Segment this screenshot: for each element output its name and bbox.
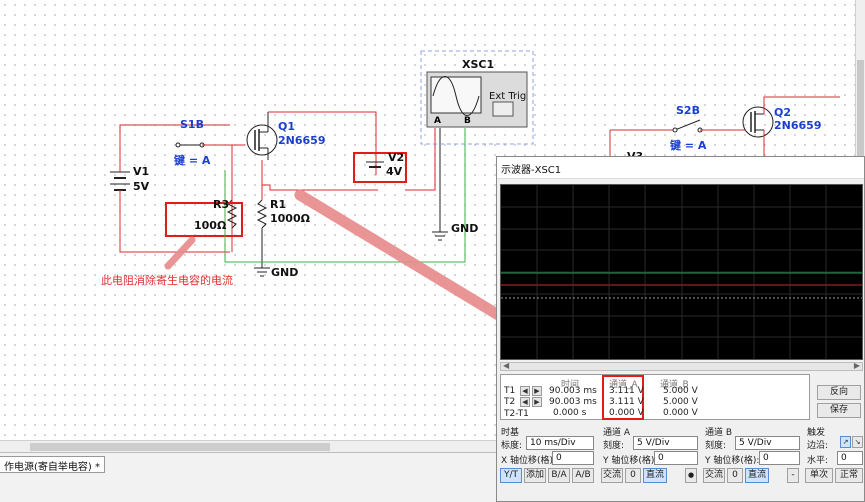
trigger-falling-edge-button[interactable]: ↘ — [852, 436, 863, 448]
channel-a-scale-label: 刻度: — [603, 441, 625, 451]
channel-a-zero-button[interactable]: 0 — [625, 468, 641, 483]
channel-b-zero-button[interactable]: 0 — [727, 468, 743, 483]
timebase-xpos-input[interactable]: 0 — [552, 451, 594, 465]
channel-b-scale-input[interactable]: 5 V/Div — [735, 436, 800, 450]
channel-b-scale-label: 刻度: — [705, 441, 727, 451]
document-tab-strip: 作电源(寄自举电容) * — [0, 452, 497, 502]
v1-name: V1 — [133, 165, 150, 178]
r3-name: R3 — [213, 198, 230, 211]
channel-b-title: 通道 B — [705, 428, 733, 438]
scope-ch-b-label: B — [464, 116, 471, 126]
save-button[interactable]: 保存 — [817, 403, 861, 418]
v2-name: V2 — [388, 151, 405, 164]
channel-a-title: 通道 A — [603, 428, 631, 438]
t1-ch-a: 3.111 V — [609, 386, 644, 396]
mode-ab-button[interactable]: A/B — [572, 468, 594, 483]
t2t1-ch-b: 0.000 V — [663, 408, 698, 418]
q1-symbol — [246, 124, 278, 156]
s1b-label: S1B — [180, 118, 204, 131]
scope-screen — [500, 184, 863, 360]
channel-a-ac-button[interactable]: 交流 — [601, 468, 623, 483]
timebase-title: 时基 — [501, 428, 520, 438]
scope-ch-a-label: A — [434, 116, 441, 126]
q1-name: Q1 — [278, 120, 296, 133]
mode-add-button[interactable]: 添加 — [524, 468, 546, 483]
q2-model: 2N6659 — [774, 119, 822, 132]
t2t1-time: 0.000 s — [553, 408, 587, 418]
ext-trig-label: Ext Trig — [489, 91, 527, 102]
s2b-label: S2B — [676, 104, 700, 117]
t2-right-button[interactable]: ▶ — [532, 397, 542, 407]
v2-value: 4V — [386, 165, 403, 178]
trigger-edge-label: 边沿: — [807, 441, 829, 451]
screen-scrollbar[interactable]: ◀ ▶ — [500, 361, 863, 371]
channel-a-extra-button[interactable]: ● — [685, 468, 697, 483]
scope-grid — [501, 185, 862, 359]
row-t2-label: T2 — [504, 397, 516, 407]
trigger-level-input[interactable]: 0 — [837, 451, 863, 465]
scroll-right-icon[interactable]: ▶ — [854, 361, 860, 370]
q2-name: Q2 — [774, 106, 792, 119]
t2-time: 90.003 ms — [549, 397, 597, 407]
s1b-key-label: 键 = A — [174, 154, 211, 167]
s2b-key-label: 键 = A — [670, 139, 707, 152]
channel-a-dc-button[interactable]: 直流 — [643, 468, 667, 483]
mode-ba-button[interactable]: B/A — [548, 468, 570, 483]
t1-left-button[interactable]: ◀ — [520, 386, 530, 396]
channel-b-ypos-label: Y 轴位移(格): — [705, 456, 760, 466]
gnd1-label: GND — [271, 266, 299, 279]
timebase-scale-input[interactable]: 10 ms/Div — [526, 436, 594, 450]
scroll-left-icon[interactable]: ◀ — [503, 361, 509, 370]
t2-left-button[interactable]: ◀ — [520, 397, 530, 407]
annotation-text: 此电阻消除寄生电容的电流 — [101, 274, 233, 287]
r1-name: R1 — [270, 198, 287, 211]
t1-ch-b: 5.000 V — [663, 386, 698, 396]
horizontal-scrollbar[interactable] — [0, 440, 497, 452]
channel-a-ypos-label: Y 轴位移(格): — [603, 456, 658, 466]
channel-b-ypos-input[interactable]: 0 — [759, 451, 800, 465]
channel-a-scale-input[interactable]: 5 V/Div — [633, 436, 698, 450]
row-t2t1-label: T2-T1 — [504, 409, 529, 419]
horizontal-scroll-thumb[interactable] — [30, 443, 330, 451]
v1-value: 5V — [133, 180, 150, 193]
q2-symbol — [742, 106, 774, 138]
channel-b-minus-button[interactable]: - — [787, 468, 799, 483]
wire-v1-top — [119, 124, 230, 145]
oscilloscope-window: 示波器-XSC1 ◀ ▶ 时间 通道_A 通道_B T1 T2 T2-T1 ◀ … — [496, 156, 865, 502]
trigger-level-label: 水平: — [807, 456, 829, 466]
channel-a-ypos-input[interactable]: 0 — [654, 451, 698, 465]
trigger-normal-button[interactable]: 正常 — [835, 468, 863, 483]
t1-right-button[interactable]: ▶ — [532, 386, 542, 396]
t2-ch-a: 3.111 V — [609, 397, 644, 407]
reverse-button[interactable]: 反向 — [817, 385, 861, 400]
t2t1-ch-a: 0.000 V — [609, 408, 644, 418]
cursor-readout: 时间 通道_A 通道_B T1 T2 T2-T1 ◀ ▶ ◀ ▶ 90.003 … — [500, 374, 810, 420]
vertical-scroll-thumb[interactable] — [857, 60, 864, 170]
t2-ch-b: 5.000 V — [663, 397, 698, 407]
q1-model: 2N6659 — [278, 134, 326, 147]
xsc1-name: XSC1 — [462, 58, 495, 71]
channel-b-dc-button[interactable]: 直流 — [745, 468, 769, 483]
row-t1-label: T1 — [504, 386, 516, 396]
document-tab[interactable]: 作电源(寄自举电容) * — [0, 456, 105, 473]
channel-b-ac-button[interactable]: 交流 — [703, 468, 725, 483]
trigger-single-button[interactable]: 单次 — [805, 468, 833, 483]
r1-value: 1000Ω — [270, 212, 310, 225]
trigger-title: 触发 — [807, 428, 826, 438]
mode-yt-button[interactable]: Y/T — [500, 468, 522, 483]
timebase-xpos-label: X 轴位移(格): — [501, 456, 557, 466]
timebase-scale-label: 标度: — [501, 441, 523, 451]
t1-time: 90.003 ms — [549, 386, 597, 396]
r3-value: 100Ω — [194, 219, 227, 232]
trigger-rising-edge-button[interactable]: ↗ — [840, 436, 851, 448]
gnd2-label: GND — [451, 222, 479, 235]
window-title: 示波器-XSC1 — [497, 157, 864, 179]
annotation-arrow — [294, 189, 506, 322]
